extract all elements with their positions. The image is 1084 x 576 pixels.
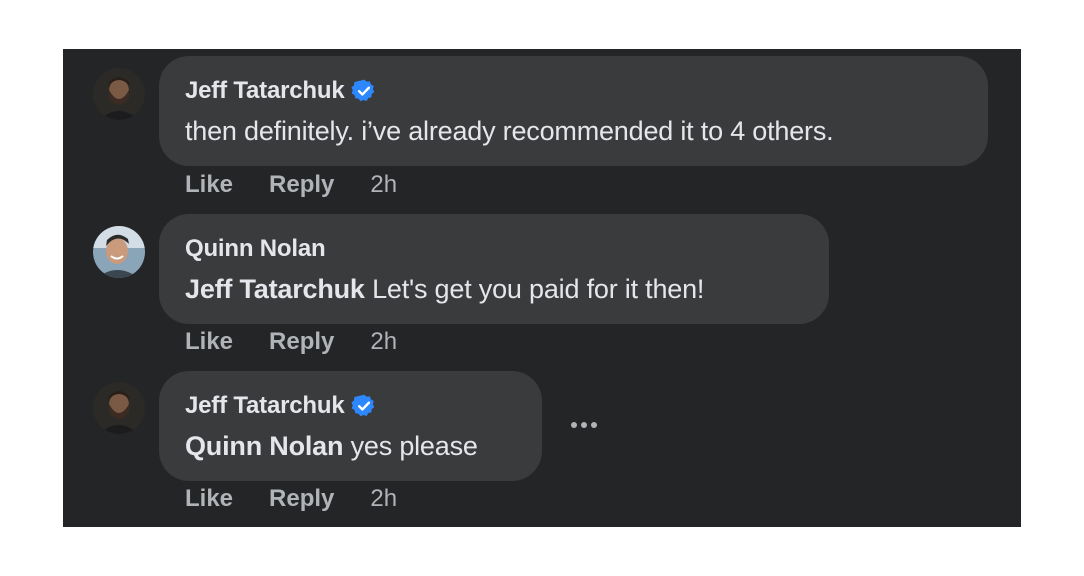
comment-timestamp[interactable]: 2h [370, 171, 397, 199]
comment-actions: Like Reply 2h [185, 328, 397, 356]
avatar[interactable] [93, 68, 145, 120]
verified-badge-icon [351, 78, 377, 104]
comment-text: Quinn Nolan yes please [185, 431, 478, 461]
comment-text: then definitely. i’ve already recommende… [185, 116, 834, 146]
comment-timestamp[interactable]: 2h [370, 328, 397, 356]
reply-button[interactable]: Reply [269, 171, 334, 199]
comment-actions: Like Reply 2h [185, 485, 397, 513]
mention-link[interactable]: Quinn Nolan [185, 431, 343, 461]
comment-bubble: Quinn Nolan Jeff Tatarchuk Let's get you… [159, 214, 829, 324]
comment-text: Jeff Tatarchuk Let's get you paid for it… [185, 274, 705, 304]
comment-timestamp[interactable]: 2h [370, 485, 397, 513]
like-button[interactable]: Like [185, 328, 233, 356]
reply-button[interactable]: Reply [269, 328, 334, 356]
verified-badge-icon [351, 393, 377, 419]
like-button[interactable]: Like [185, 171, 233, 199]
comment-bubble: Jeff Tatarchuk then definitely. i’ve alr… [159, 56, 988, 166]
avatar[interactable] [93, 226, 145, 278]
comments-panel: Jeff Tatarchuk then definitely. i’ve alr… [63, 49, 1021, 527]
comment-author[interactable]: Jeff Tatarchuk [185, 77, 345, 105]
mention-link[interactable]: Jeff Tatarchuk [185, 274, 365, 304]
comment-author[interactable]: Jeff Tatarchuk [185, 392, 345, 420]
comment-author[interactable]: Quinn Nolan [185, 235, 326, 263]
more-options-icon[interactable] [564, 405, 604, 445]
comment-bubble: Jeff Tatarchuk Quinn Nolan yes please [159, 371, 542, 481]
comment-actions: Like Reply 2h [185, 171, 397, 199]
like-button[interactable]: Like [185, 485, 233, 513]
avatar[interactable] [93, 382, 145, 434]
reply-button[interactable]: Reply [269, 485, 334, 513]
